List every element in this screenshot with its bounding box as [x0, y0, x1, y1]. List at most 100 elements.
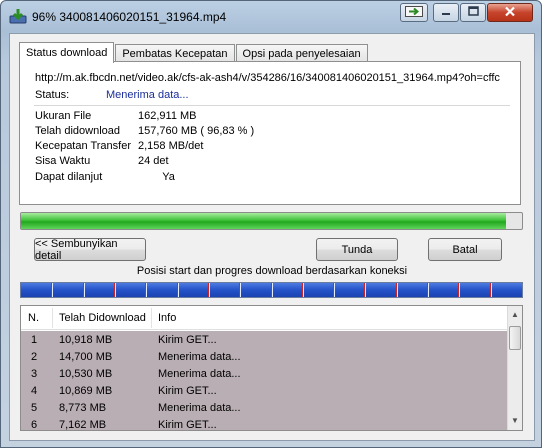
status-panel: http://m.ak.fbcdn.net/video.ak/cfs-ak-as… [19, 61, 521, 205]
divider [34, 105, 510, 106]
list-row[interactable]: 5 8,773 MB Menerima data... [21, 400, 508, 417]
downloaded-label: Telah didownload [35, 125, 121, 137]
connection-segment-divider [115, 283, 116, 297]
row-info: Kirim GET... [158, 385, 217, 397]
restore-arrow-button[interactable] [400, 3, 428, 22]
connection-segment-divider [303, 283, 304, 297]
connection-segment-divider [459, 283, 460, 297]
row-downloaded: 10,530 MB [59, 368, 113, 380]
connection-progress-marker [427, 283, 428, 297]
progress-fill [21, 213, 507, 229]
connection-progress-marker [208, 283, 209, 297]
connection-progress-marker [490, 283, 491, 297]
status-value: Menerima data... [106, 89, 189, 101]
download-url: http://m.ak.fbcdn.net/video.ak/cfs-ak-as… [35, 72, 500, 84]
minimize-icon [441, 6, 451, 19]
resume-capability-label: Dapat dilanjut [35, 171, 103, 183]
status-label: Status: [35, 89, 70, 101]
header-downloaded[interactable]: Telah Didownload [59, 312, 146, 324]
connection-segment-divider [428, 283, 429, 297]
cancel-button[interactable]: Batal [428, 238, 502, 261]
row-number: 5 [31, 402, 38, 414]
list-row[interactable]: 4 10,869 MB Kirim GET... [21, 383, 508, 400]
column-divider [151, 308, 152, 328]
scroll-up-arrow-icon[interactable]: ▲ [508, 308, 522, 322]
connection-segment-divider [146, 283, 147, 297]
header-info[interactable]: Info [158, 312, 176, 324]
column-divider [52, 308, 53, 328]
connection-progress-marker [302, 283, 303, 297]
connection-segment-divider [365, 283, 366, 297]
window-title: 96% 340081406020151_31964.mp4 [32, 10, 227, 24]
connection-progress-marker [83, 283, 84, 297]
time-left-value: 24 det [138, 155, 169, 167]
row-number: 6 [31, 419, 38, 431]
row-info: Kirim GET... [158, 419, 217, 431]
row-number: 3 [31, 368, 38, 380]
idm-download-icon [9, 8, 27, 24]
row-number: 2 [31, 351, 38, 363]
connection-segment-divider [178, 283, 179, 297]
list-header: N. Telah Didownload Info [21, 306, 508, 330]
transfer-speed-label: Kecepatan Transfer [35, 140, 132, 152]
close-button[interactable] [487, 3, 533, 22]
minimize-button[interactable] [433, 3, 459, 22]
row-downloaded: 10,869 MB [59, 385, 113, 397]
connection-segment-divider [334, 283, 335, 297]
title-bar[interactable]: 96% 340081406020151_31964.mp4 [1, 1, 541, 33]
restore-arrow-icon [405, 5, 423, 20]
file-size-value: 162,911 MB [138, 110, 197, 122]
transfer-speed-value: 2,158 MB/det [138, 140, 204, 152]
connection-progress-marker [177, 283, 178, 297]
connection-progress-marker [396, 283, 397, 297]
row-info: Menerima data... [158, 368, 241, 380]
download-progress-bar [20, 212, 523, 230]
list-row[interactable]: 3 10,530 MB Menerima data... [21, 366, 508, 383]
connection-progress-marker [271, 283, 272, 297]
row-number: 1 [31, 334, 38, 346]
vertical-scrollbar[interactable]: ▲ ▼ [507, 306, 522, 430]
connection-progress-marker [145, 283, 146, 297]
list-row[interactable]: 2 14,700 MB Menerima data... [21, 349, 508, 366]
row-downloaded: 8,773 MB [59, 402, 107, 414]
connection-segment-divider [491, 283, 492, 297]
row-downloaded: 14,700 MB [59, 351, 113, 363]
connection-segment-divider [209, 283, 210, 297]
window-client-area: Status download Pembatas Kecepatan Opsi … [9, 33, 535, 441]
row-info: Kirim GET... [158, 334, 217, 346]
connection-progress-marker [51, 283, 52, 297]
connection-segment-divider [240, 283, 241, 297]
connection-segment-divider [52, 283, 53, 297]
connection-segment-divider [84, 283, 85, 297]
scroll-thumb[interactable] [509, 326, 521, 350]
hide-details-button[interactable]: << Sembunyikan detail [34, 238, 146, 262]
connection-progress-marker [239, 283, 240, 297]
list-row[interactable]: 1 10,918 MB Kirim GET... [21, 332, 508, 349]
tab-status-download[interactable]: Status download [19, 42, 115, 63]
row-number: 4 [31, 385, 38, 397]
file-size-label: Ukuran File [35, 110, 92, 122]
maximize-icon [467, 6, 479, 19]
connections-list: N. Telah Didownload Info 1 10,918 MB Kir… [20, 305, 523, 431]
connection-progress-marker [364, 283, 365, 297]
row-info: Menerima data... [158, 402, 241, 414]
tab-strip: Status download Pembatas Kecepatan Opsi … [19, 42, 369, 63]
maximize-button[interactable] [460, 3, 486, 22]
list-row[interactable]: 6 7,162 MB Kirim GET... [21, 417, 508, 431]
scroll-down-arrow-icon[interactable]: ▼ [508, 414, 522, 428]
connection-progress-marker [333, 283, 334, 297]
time-left-label: Sisa Waktu [35, 155, 91, 167]
connections-caption: Posisi start dan progres download berdas… [136, 265, 408, 277]
connection-progress-marker [458, 283, 459, 297]
header-number[interactable]: N. [28, 312, 39, 324]
connections-progress-bar [20, 282, 523, 298]
pause-button[interactable]: Tunda [316, 238, 398, 261]
close-icon [504, 6, 516, 20]
resume-capability-value: Ya [138, 171, 175, 183]
list-body: 1 10,918 MB Kirim GET... 2 14,700 MB Men… [21, 331, 508, 431]
connection-progress-marker [114, 283, 115, 297]
download-window: 96% 340081406020151_31964.mp4 Status dow… [0, 0, 542, 448]
connection-segment-divider [397, 283, 398, 297]
row-info: Menerima data... [158, 351, 241, 363]
downloaded-value: 157,760 MB ( 96,83 % ) [138, 125, 255, 137]
